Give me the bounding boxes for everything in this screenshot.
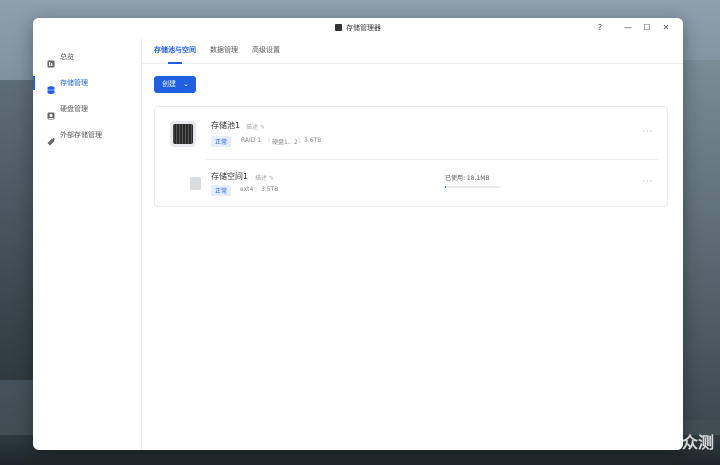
volume-usage-fill	[445, 186, 447, 188]
close-button[interactable]: ✕	[659, 18, 673, 38]
pool-disks: 硬盘1、2	[272, 139, 298, 146]
disk-icon	[47, 105, 55, 120]
pool-separator: |	[268, 137, 271, 144]
maximize-button[interactable]: ☐	[640, 18, 654, 38]
divider	[205, 159, 659, 160]
sidebar-item-overview[interactable]: 总览	[33, 44, 141, 70]
create-button[interactable]: 创建 ⌄	[154, 76, 196, 93]
pool-size: 3.6TB	[304, 137, 322, 144]
volume-fs: ext4	[240, 186, 254, 193]
edit-icon: ✎	[259, 124, 265, 131]
sidebar: 总览 存储管理 硬盘管理 外部存储管理	[33, 38, 142, 450]
sidebar-item-disks[interactable]: 硬盘管理	[33, 96, 141, 122]
create-button-label: 创建	[162, 80, 176, 88]
pool-separator: |	[298, 137, 301, 144]
volume-description-label: 描述	[255, 175, 268, 182]
window-title: 存储管理器	[33, 18, 683, 38]
tab-advanced-settings[interactable]: 高级设置	[252, 38, 280, 63]
tab-data-management[interactable]: 数据管理	[210, 38, 238, 63]
volume-more-button[interactable]: ···	[642, 177, 653, 186]
volume-name: 存储空间1	[211, 172, 249, 181]
minimize-button[interactable]: —	[621, 18, 635, 38]
pool-more-button[interactable]: ···	[642, 127, 653, 136]
pool-description-link[interactable]: 描述 ✎	[246, 122, 265, 131]
sidebar-item-label: 硬盘管理	[60, 105, 88, 113]
window-title-text: 存储管理器	[346, 24, 381, 32]
titlebar[interactable]: 存储管理器 ? — ☐ ✕	[33, 18, 683, 38]
watermark: 新 浪 众测	[638, 433, 714, 452]
storage-pool-icon	[170, 121, 196, 147]
volume-usage-bar	[445, 186, 501, 188]
pool-status-badge: 正常	[211, 136, 232, 147]
main-content: 存储池与空间 数据管理 高级设置 创建 ⌄ 存储池1 描述 ✎ 正常 RAID …	[142, 38, 683, 450]
volume-separator: |	[255, 186, 258, 193]
app-icon	[335, 24, 342, 31]
tab-bar: 存储池与空间 数据管理 高级设置	[142, 38, 683, 64]
sidebar-item-external[interactable]: 外部存储管理	[33, 122, 141, 148]
storage-manager-window: 存储管理器 ? — ☐ ✕ 总览 存储管理 硬盘管理 外部存储管理 存储池与空间…	[33, 18, 683, 450]
edit-icon: ✎	[268, 175, 274, 182]
database-icon	[47, 79, 55, 94]
overview-icon	[47, 53, 55, 68]
volume-size: 3.5TB	[261, 186, 279, 193]
storage-pool-card: 存储池1 描述 ✎ 正常 RAID 1 | 硬盘1、2 | 3.6TB ··· …	[154, 106, 668, 207]
usb-icon	[47, 131, 55, 146]
pool-description-label: 描述	[246, 124, 259, 131]
sidebar-item-label: 总览	[60, 53, 74, 61]
tab-pools-spaces[interactable]: 存储池与空间	[154, 38, 196, 64]
volume-status-badge: 正常	[211, 185, 232, 196]
sidebar-item-label: 存储管理	[60, 79, 88, 87]
help-button[interactable]: ?	[593, 18, 607, 38]
pool-raid: RAID 1	[241, 137, 262, 144]
pool-name: 存储池1	[211, 121, 241, 130]
volume-description-link[interactable]: 描述 ✎	[255, 173, 274, 182]
storage-volume-icon	[190, 177, 201, 190]
chevron-down-icon: ⌄	[183, 80, 189, 88]
pool-row[interactable]: 存储池1 描述 ✎ 正常 RAID 1 | 硬盘1、2 | 3.6TB ···	[155, 107, 667, 159]
volume-usage-label: 已使用: 18.1MB	[445, 175, 490, 182]
sidebar-item-storage[interactable]: 存储管理	[33, 70, 141, 96]
sidebar-item-label: 外部存储管理	[60, 131, 102, 139]
